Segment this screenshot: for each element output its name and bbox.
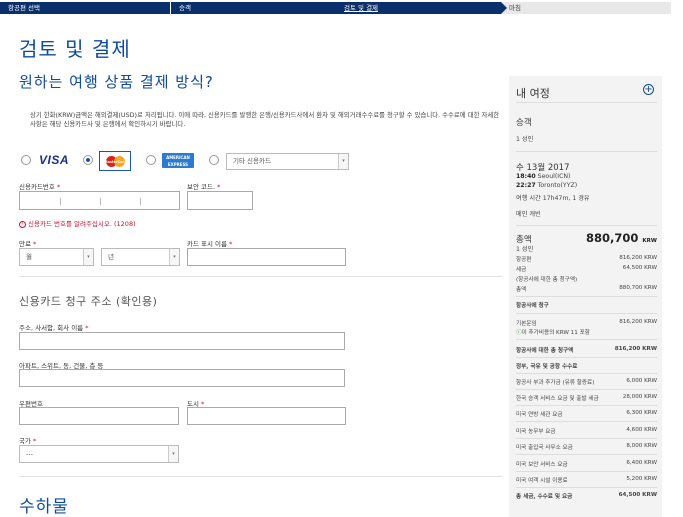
other-card-radio[interactable]	[209, 155, 219, 165]
panel-divider	[516, 389, 657, 390]
card-number-input[interactable]	[19, 191, 180, 210]
progress-steps: 항공편 선택 승객 검토 및 결제 마침	[0, 0, 683, 14]
step-flight-select[interactable]: 항공편 선택	[0, 2, 171, 14]
address-label: 주소, 사서함, 회사 이름 *	[19, 324, 89, 332]
tax-row: 미국 보안 서비스 요금 6,400 KRW	[516, 460, 657, 468]
chevron-down-icon: ▾	[169, 249, 179, 265]
panel-divider	[516, 339, 657, 340]
travel-time: 여행 시간 17h47m, 1 경유	[516, 195, 590, 202]
panel-divider	[516, 102, 657, 103]
expiry-month-value: 월	[26, 253, 32, 261]
page-title: 검토 및 결제	[19, 37, 131, 61]
panel-divider	[516, 225, 657, 226]
security-code-label: 보안 코드. *	[187, 183, 221, 191]
itinerary-panel: 내 여정 + 승객 1 성인 수 13월 2017 18:40 Seoul(IC…	[509, 76, 662, 517]
step-review-payment: 검토 및 결제	[336, 2, 507, 14]
address-input[interactable]	[19, 332, 345, 350]
chevron-down-icon: ▾	[338, 154, 348, 169]
other-card-select-value: 기타 신용카드	[233, 157, 271, 165]
passenger-heading: 승객	[516, 118, 532, 128]
expiry-year-select[interactable]: 년 ▾	[101, 248, 180, 266]
chevron-down-icon: ▾	[168, 446, 178, 462]
step-label: 항공편 선택	[8, 4, 40, 12]
tax-row: 미국 출입국 사무소 요금 8,000 KRW	[516, 443, 657, 451]
country-select-value: ---	[26, 450, 34, 458]
tax-row: 미국 농무부 요금 4,600 KRW	[516, 427, 657, 435]
panel-divider	[516, 151, 657, 152]
airline-charges-note: (항공사에 대한 총 청구액)	[516, 277, 578, 283]
mastercard-logo-text: MasterCard	[104, 160, 127, 164]
tax-row: 항공사 부과 추가금 (유류 할증료) 6,000 KRW	[516, 378, 657, 386]
panel-divider	[516, 471, 657, 472]
error-icon: !	[19, 220, 26, 228]
panel-divider	[516, 487, 657, 488]
step-finish: 마침	[501, 2, 671, 14]
cardholder-input[interactable]	[187, 248, 346, 266]
billing-heading: 신용카드 청구 주소 (확인용)	[19, 295, 158, 308]
visa-logo: VISA	[39, 153, 70, 167]
step-passengers[interactable]: 승객	[171, 2, 336, 14]
panel-divider	[516, 454, 657, 455]
security-code-input[interactable]	[187, 191, 253, 210]
zip-input[interactable]	[19, 407, 179, 425]
expiry-label: 만료 *	[19, 240, 37, 248]
tax-row: 미국 연방 세관 요금 6,300 KRW	[516, 410, 657, 418]
payment-heading: 원하는 여행 상품 결제 방식?	[19, 73, 214, 91]
mastercard-logo: MasterCard	[99, 151, 131, 171]
airline-charge-heading: 항공사에 청구	[516, 303, 549, 309]
panel-divider	[516, 357, 657, 358]
other-card-select[interactable]: 기타 신용카드 ▾	[226, 153, 349, 170]
base-fare-row: 기본운임 816,200 KRW	[516, 319, 657, 327]
amex-radio[interactable]	[146, 155, 156, 165]
apt-input[interactable]	[19, 369, 345, 387]
panel-divider	[516, 438, 657, 439]
passenger-count: 1 성인	[516, 136, 534, 143]
itinerary-title: 내 여정	[516, 87, 550, 100]
flight-date: 수 13월 2017	[516, 163, 570, 173]
mastercard-radio[interactable]	[83, 155, 93, 165]
step-label: 승객	[179, 4, 191, 12]
card-number-label: 신용카드번호 *	[19, 183, 61, 191]
step-label: 검토 및 결제	[344, 4, 379, 12]
card-number-error: ! 신용카드 번호를 알려주십시오. (1208)	[19, 218, 136, 228]
arrive-info: 22:27 Toronto(YYZ)	[516, 182, 578, 189]
amex-logo: AMERICAN EXPRESS	[162, 153, 194, 168]
addon-note: ⓘ이 추가비용의 KRW 11 포함	[516, 330, 590, 336]
tax-row: 한국 승객 서비스 요금 및 출발 세금 28,000 KRW	[516, 394, 657, 402]
city-input[interactable]	[187, 407, 346, 425]
section-divider	[19, 276, 502, 277]
panel-divider	[516, 405, 657, 406]
panel-divider	[516, 296, 657, 297]
expand-plus-icon[interactable]: +	[643, 84, 654, 95]
visa-radio[interactable]	[21, 155, 31, 165]
price-row: 항공편 816,200 KRW	[516, 255, 657, 263]
price-row: 세금 64,500 KRW	[516, 265, 657, 273]
total-pax: 1 성인	[516, 246, 534, 253]
expiry-year-value: 년	[108, 253, 114, 261]
price-row-total: 총액 880,700 KRW	[516, 285, 657, 293]
tax-row: 미국 여객 시설 이용료 5,200 KRW	[516, 476, 657, 484]
country-select[interactable]: --- ▾	[19, 445, 179, 463]
step-label: 마침	[509, 4, 521, 12]
cardholder-label: 카드 표시 이름 *	[187, 240, 233, 248]
payment-notice: 상기 한화(KRW)금액은 해외결제(USD)로 처리됩니다. 이에 따라, 신…	[30, 111, 500, 128]
chevron-down-icon: ▾	[83, 249, 93, 265]
section-divider	[19, 476, 502, 477]
baggage-heading: 수하물	[19, 497, 69, 517]
panel-divider	[516, 313, 657, 314]
cabin-class: 메인 캐빈	[516, 211, 541, 218]
tax-heading: 정부, 국유 및 공항 수수료	[516, 364, 578, 370]
airline-total-row: 항공사에 대한 총 청구액 816,200 KRW	[516, 346, 657, 354]
depart-info: 18:40 Seoul(ICN)	[516, 173, 571, 180]
total-amount: 880,700 KRW	[586, 231, 657, 245]
expiry-month-select[interactable]: 월 ▾	[19, 248, 94, 266]
panel-divider	[516, 421, 657, 422]
tax-total-row: 총 세금, 수수료 및 요금 64,500 KRW	[516, 492, 657, 500]
country-label: 국가 *	[19, 437, 37, 445]
panel-divider	[516, 373, 657, 374]
